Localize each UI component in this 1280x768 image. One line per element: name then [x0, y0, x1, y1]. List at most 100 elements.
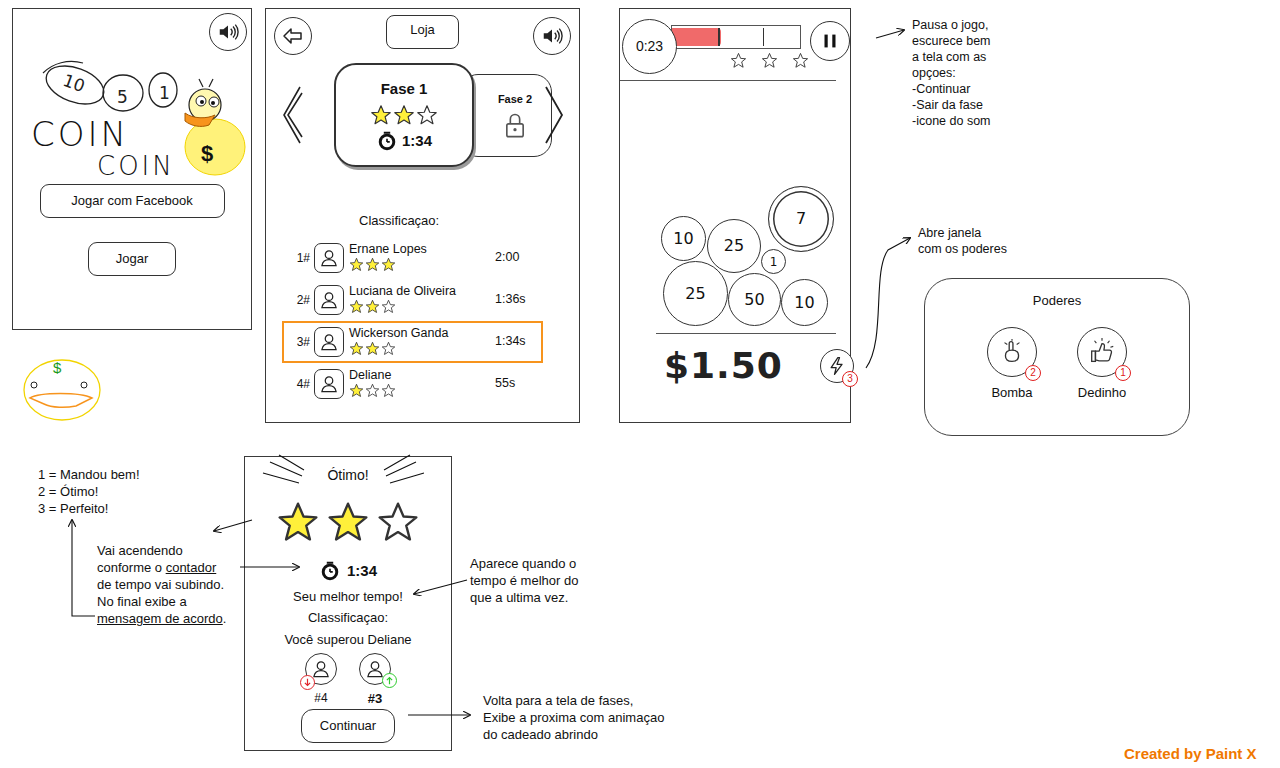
star-icon	[376, 500, 420, 544]
timer: 0:23	[622, 19, 677, 74]
coin[interactable]: 10	[781, 279, 828, 326]
player-slot: #3	[359, 653, 391, 709]
annotation-line: com os poderes	[918, 241, 1007, 257]
annotation: Volta para a tela de fases,Exibe a proxi…	[483, 692, 664, 743]
annotation-line: mensagem de acordo.	[97, 610, 226, 627]
progress-bar	[671, 25, 801, 49]
continue-button[interactable]: Continuar	[301, 709, 395, 743]
chevron-right-icon[interactable]	[542, 83, 566, 147]
star-rating	[349, 257, 491, 272]
timer-text: 0:23	[636, 36, 663, 57]
star-rating	[730, 52, 809, 69]
progress-area	[671, 25, 801, 69]
chevron-left-icon[interactable]	[280, 83, 304, 147]
annotation: Vai acendendoconforme o contadorde tempo…	[97, 542, 226, 627]
rank-number: 3#	[288, 333, 310, 351]
result-time: 1:34	[347, 560, 377, 583]
person-icon	[319, 332, 339, 352]
coin[interactable]: 10	[661, 216, 706, 261]
rank-number: 2#	[288, 291, 310, 309]
annotation-line: Exibe a proxima com animaçao	[483, 709, 664, 726]
stages-screen: LojaFase 11:34Fase 2Classificaçao:1#Erna…	[265, 8, 580, 423]
logo-word: COIN	[97, 153, 175, 179]
annotation-line: que a ultima vez.	[470, 589, 578, 606]
player-info: Deliane	[349, 369, 491, 397]
money-total: $1.50	[664, 348, 783, 384]
star-icon	[792, 52, 809, 69]
annotation-arrows	[0, 0, 1280, 768]
player-info: Luciana de Oliveira	[349, 285, 491, 313]
stage-time-row: 1:34	[376, 130, 432, 153]
coin-pile: 102571255010	[656, 81, 836, 334]
coin-number: 5	[117, 85, 128, 111]
power-item[interactable]: 2Bomba	[987, 327, 1037, 403]
coin[interactable]: 25	[663, 261, 728, 326]
powers-list: 2Bomba 1Dedinho	[987, 327, 1127, 403]
lightning-icon[interactable]: 3	[820, 349, 854, 383]
person-icon	[311, 659, 331, 679]
coin[interactable]: 25	[707, 219, 761, 273]
annotation: 1 = Mandou bem!2 = Ótimo!3 = Perfeito!	[38, 466, 140, 517]
annotation-line: escurece bem	[912, 33, 991, 49]
arrow-down-icon	[303, 678, 312, 687]
stage-card[interactable]: Fase 11:34	[334, 63, 474, 167]
duck-sign: $	[201, 143, 213, 165]
annotation-line: conforme o contador	[97, 559, 226, 576]
bomb-icon: 2	[987, 327, 1037, 377]
canvas: 1051COINCOIN$Jogar com FacebookJogar$Loj…	[0, 0, 1280, 768]
person-icon	[319, 290, 339, 310]
lock-icon	[501, 111, 529, 139]
annotation-text: mensagem de acordo	[97, 611, 223, 626]
stage-body: Fase 11:34	[370, 78, 438, 153]
shop-button[interactable]: Loja	[386, 15, 459, 49]
game-hud: 0:23	[620, 9, 836, 81]
star-icon	[381, 257, 396, 272]
ranking-row[interactable]: 1#Ernane Lopes2:00	[282, 237, 543, 279]
annotation-line: -Sair da fase	[912, 97, 991, 113]
annotation-line: de tempo vai subindo.	[97, 576, 226, 593]
clock-icon	[376, 130, 398, 152]
stages-header: Loja	[266, 9, 579, 55]
back-arrow-icon[interactable]	[274, 17, 312, 55]
game-logo: 1051COINCOIN$	[13, 55, 251, 180]
annotation-text: Vai acendendo	[97, 543, 183, 558]
annotation: Pausa o jogo,escurece bema tela com asop…	[912, 17, 991, 129]
sound-icon[interactable]	[209, 13, 247, 51]
ranking-row[interactable]: 3# Wickerson Ganda 1:34s	[282, 321, 543, 363]
annotation-line: No final exibe a	[97, 593, 226, 610]
coin[interactable]: 50	[728, 273, 781, 326]
player-time: 1:34s	[495, 332, 526, 351]
star-icon	[381, 383, 396, 398]
ranking-title: Classificaçao:	[308, 610, 388, 626]
annotation-line: Volta para a tela de fases,	[483, 692, 664, 709]
facebook-button[interactable]: Jogar com Facebook	[40, 184, 225, 218]
player-time: 1:36s	[495, 290, 526, 309]
coin[interactable]: 1	[761, 249, 786, 274]
annotation-text: conforme o	[97, 560, 166, 575]
star-rating	[276, 500, 420, 544]
annotation-line: do cadeado abrindo	[483, 726, 664, 743]
player-name: Wickerson Ganda	[349, 327, 491, 340]
ranking-row[interactable]: 4#Deliane55s	[282, 363, 543, 405]
player-rank: #3	[368, 689, 382, 709]
overtake-message: Você superou Deliane	[284, 632, 411, 648]
sound-icon[interactable]	[533, 17, 571, 55]
power-item[interactable]: 1Dedinho	[1077, 327, 1127, 403]
result-screen: Ótimo!1:34Seu melhor tempo!Classificaçao…	[244, 456, 452, 751]
player-name: Deliane	[349, 369, 491, 382]
star-icon	[393, 104, 415, 126]
result-title: Ótimo!	[327, 465, 368, 486]
avatar	[314, 369, 344, 399]
play-button[interactable]: Jogar	[88, 242, 176, 276]
star-rating	[349, 299, 491, 314]
ranking-row[interactable]: 2# Luciana de Oliveira1:36s	[282, 279, 543, 321]
coin[interactable]: 7	[768, 186, 834, 252]
annotation-line: Pausa o jogo,	[912, 17, 991, 33]
annotation-line: -Continuar	[912, 81, 991, 97]
duck-icon	[22, 358, 102, 422]
rank-number: 4#	[288, 375, 310, 393]
star-icon	[349, 383, 364, 398]
pause-icon[interactable]	[810, 21, 850, 61]
coin-number: 1	[159, 81, 170, 107]
stage-time: 1:34	[402, 130, 432, 153]
